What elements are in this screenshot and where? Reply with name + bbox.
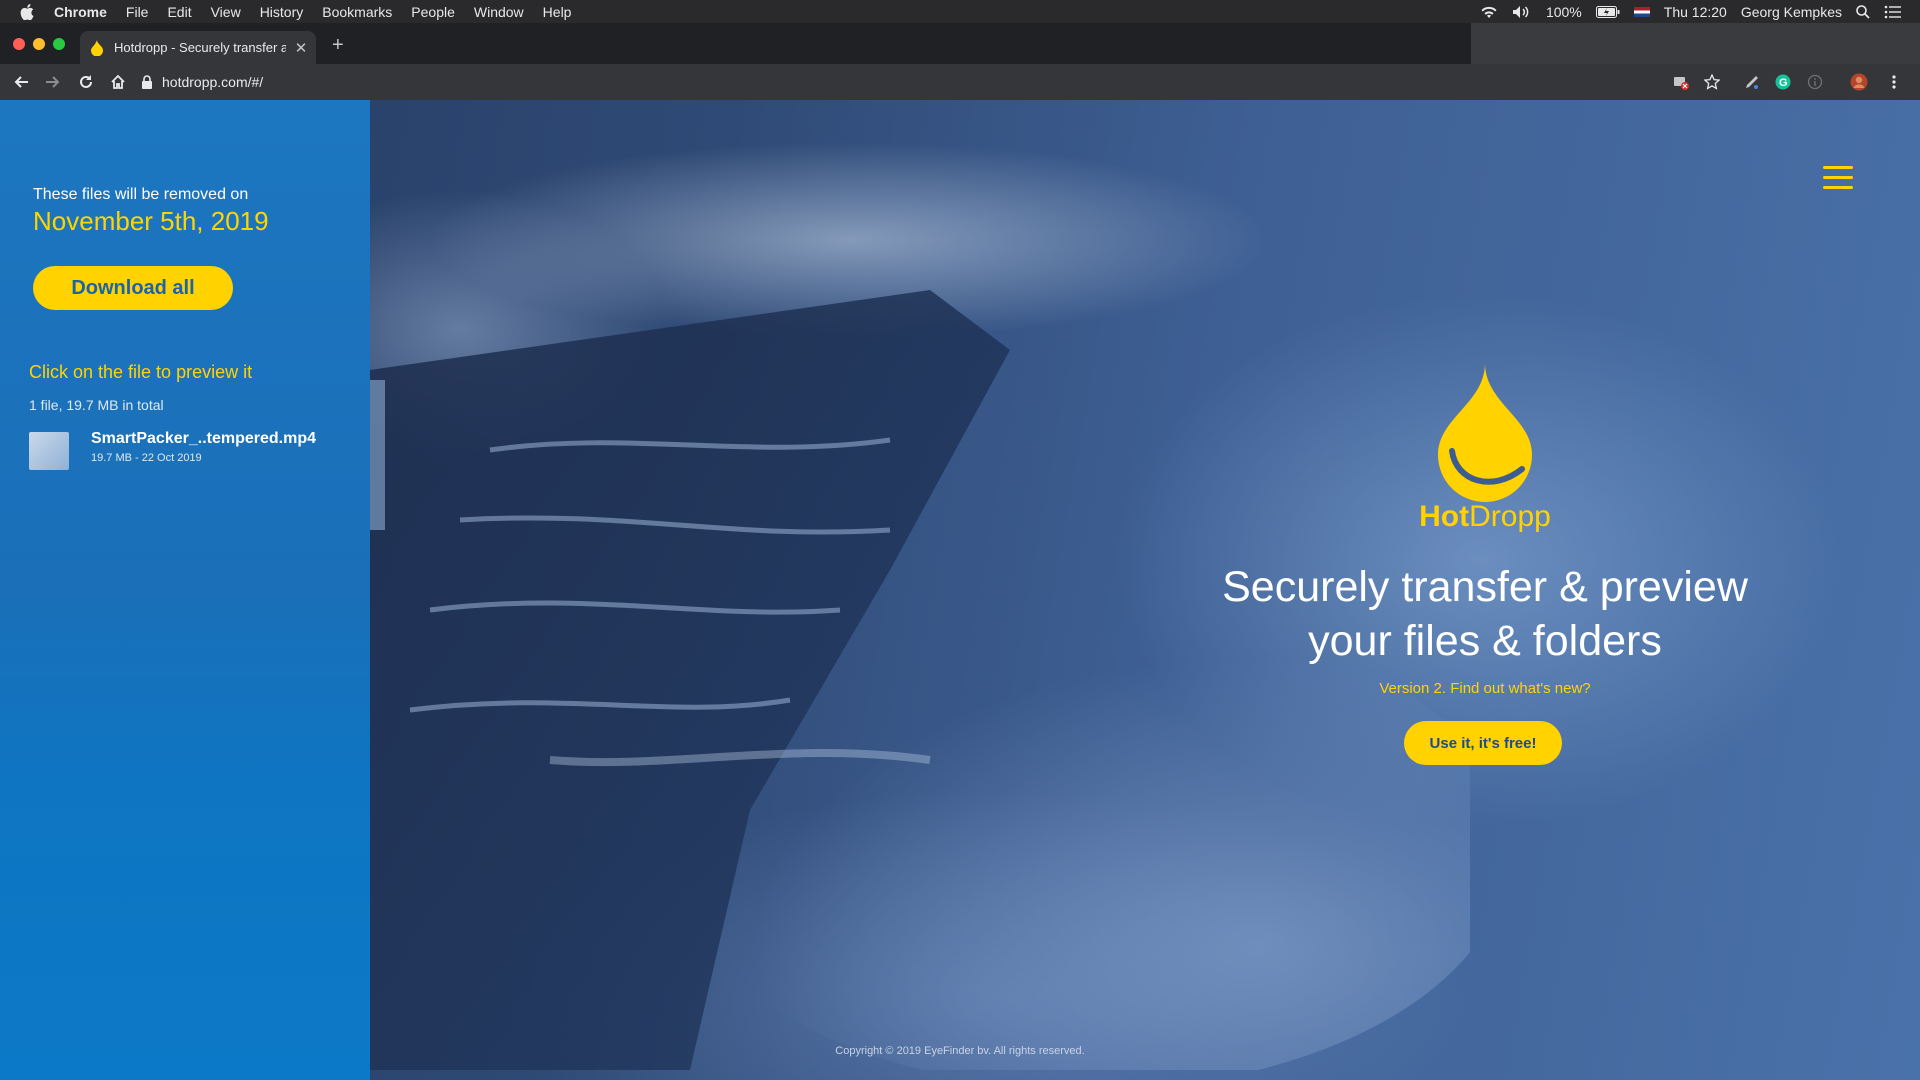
preview-hint: Click on the file to preview it <box>29 362 253 382</box>
menu-icon[interactable] <box>1885 73 1903 91</box>
download-all-button[interactable]: Download all <box>33 266 233 310</box>
tab-strip-empty-area <box>1471 23 1920 64</box>
headline-line-2: your files & folders <box>1308 617 1662 665</box>
forward-icon[interactable] <box>43 72 63 92</box>
browser-toolbar: hotdropp.com/#/ G <box>0 64 1920 100</box>
minimize-window-button[interactable] <box>33 38 45 50</box>
volume-icon[interactable] <box>1512 5 1532 19</box>
battery-icon[interactable] <box>1595 5 1620 18</box>
menu-edit[interactable]: Edit <box>167 4 191 20</box>
notification-center-icon[interactable] <box>1884 5 1902 19</box>
close-window-button[interactable] <box>13 38 25 50</box>
tab-strip: Hotdropp - Securely transfer a ✕ + <box>0 23 1920 64</box>
version-whats-new-link[interactable]: Version 2. Find out what's new? <box>1280 680 1690 697</box>
removal-notice-label: These files will be removed on <box>33 186 249 203</box>
download-sidebar: These files will be removed on November … <box>0 100 370 1080</box>
info-icon[interactable] <box>1806 73 1824 91</box>
user-name[interactable]: Georg Kempkes <box>1741 4 1842 20</box>
battery-percentage: 100% <box>1545 3 1582 20</box>
tab-hotdropp[interactable]: Hotdropp - Securely transfer a ✕ <box>80 31 316 64</box>
menu-window[interactable]: Window <box>474 4 524 20</box>
lock-icon[interactable] <box>141 75 153 89</box>
file-name[interactable]: SmartPacker_..tempered.mp4 <box>91 430 316 448</box>
sidebar-collapse-handle[interactable] <box>370 380 385 530</box>
copyright-text: Copyright © 2019 EyeFinder bv. All right… <box>835 1045 1085 1057</box>
address-bar[interactable]: hotdropp.com/#/ <box>141 68 1661 96</box>
svg-text:G: G <box>1779 77 1788 89</box>
apple-icon[interactable] <box>20 3 34 20</box>
macos-menu-bar: Chrome File Edit View History Bookmarks … <box>0 0 1920 23</box>
menu-people[interactable]: People <box>411 4 455 20</box>
hotdropp-wordmark: HotDropp <box>1310 500 1660 534</box>
new-tab-icon[interactable]: + <box>332 35 344 55</box>
url-text[interactable]: hotdropp.com/#/ <box>162 74 263 90</box>
zoom-window-button[interactable] <box>53 38 65 50</box>
flag-nl-icon[interactable] <box>1633 6 1650 17</box>
hero-headline: Securely transfer & preview your files &… <box>1180 560 1790 668</box>
grammarly-icon[interactable]: G <box>1774 73 1792 91</box>
file-list-item[interactable]: SmartPacker_..tempered.mp4 19.7 MB - 22 … <box>29 430 349 474</box>
profile-icon[interactable] <box>1850 73 1868 91</box>
menu-history[interactable]: History <box>260 4 304 20</box>
blocked-icon[interactable] <box>1672 73 1690 91</box>
reload-icon[interactable] <box>76 72 96 92</box>
wifi-icon[interactable] <box>1480 5 1498 19</box>
brand-hot: Hot <box>1419 500 1470 533</box>
hotdropp-favicon-icon <box>90 39 104 56</box>
hotdropp-page: These files will be removed on November … <box>0 100 1920 1080</box>
video-file-thumbnail[interactable] <box>29 432 69 470</box>
file-meta: 19.7 MB - 22 Oct 2019 <box>91 452 202 464</box>
brand-dropp: Dropp <box>1469 500 1551 533</box>
window-controls <box>13 38 65 50</box>
menu-file[interactable]: File <box>126 4 149 20</box>
hamburger-menu-icon[interactable] <box>1823 166 1853 190</box>
menu-app-chrome[interactable]: Chrome <box>54 4 107 20</box>
pen-icon[interactable] <box>1743 73 1761 91</box>
star-icon[interactable] <box>1703 73 1721 91</box>
use-it-free-button[interactable]: Use it, it's free! <box>1404 721 1562 765</box>
back-icon[interactable] <box>11 72 31 92</box>
menu-view[interactable]: View <box>211 4 241 20</box>
tab-close-icon[interactable]: ✕ <box>294 39 308 57</box>
menu-bookmarks[interactable]: Bookmarks <box>322 4 392 20</box>
removal-date: November 5th, 2019 <box>33 206 269 236</box>
clock[interactable]: Thu 12:20 <box>1664 4 1727 20</box>
file-count-summary: 1 file, 19.7 MB in total <box>29 397 164 413</box>
spotlight-icon[interactable] <box>1856 4 1870 19</box>
headline-line-1: Securely transfer & preview <box>1222 563 1748 611</box>
menu-help[interactable]: Help <box>543 4 572 20</box>
tab-title: Hotdropp - Securely transfer a <box>114 40 286 55</box>
hotdropp-drop-logo-icon <box>1438 363 1532 502</box>
home-icon[interactable] <box>108 72 128 92</box>
